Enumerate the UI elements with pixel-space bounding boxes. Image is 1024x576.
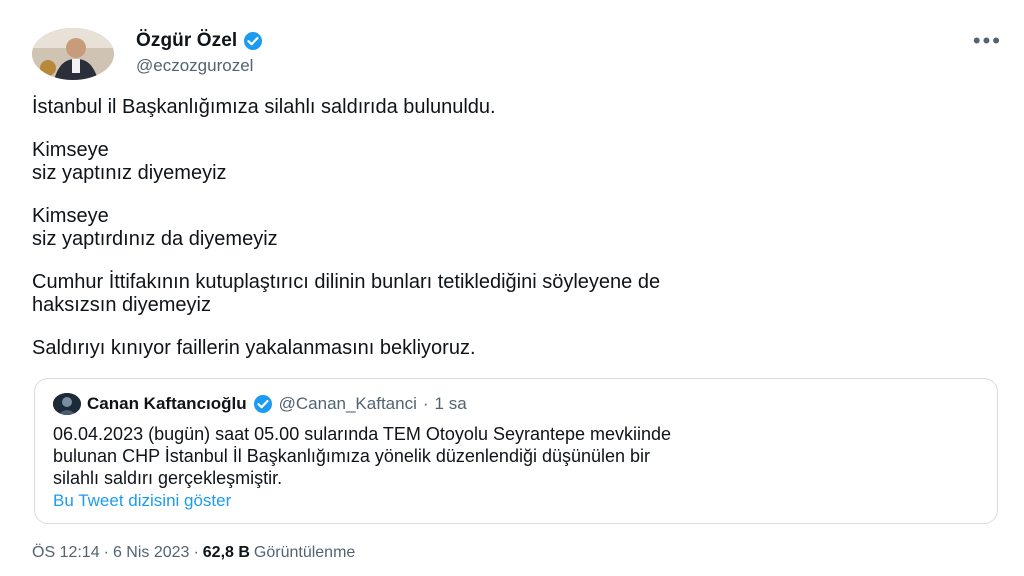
verified-badge-icon	[253, 394, 273, 414]
quoted-tweet-header: Canan Kaftancıoğlu @Canan_Kaftanci · 1 s…	[53, 393, 467, 415]
quoted-line: 06.04.2023 (bugün) saat 05.00 sularında …	[53, 424, 672, 444]
tweet-line: siz yaptırdınız da diyemeyiz	[32, 228, 278, 250]
tweet-paragraph: Saldırıyı kınıyor faillerin yakalanmasın…	[32, 337, 992, 360]
tweet-line: Cumhur İttifakının kutuplaştırıcı dilini…	[32, 271, 661, 293]
quoted-author-handle[interactable]: @Canan_Kaftanci	[279, 394, 417, 414]
quoted-author-name[interactable]: Canan Kaftancıoğlu	[87, 394, 247, 414]
tweet-meta: ÖS 12:14 · 6 Nis 2023 · 62,8 B Görüntüle…	[32, 544, 355, 562]
quoted-line: bulunan CHP İstanbul İl Başkanlığımıza y…	[53, 446, 651, 466]
quoted-author-avatar[interactable]	[53, 393, 81, 415]
tweet-paragraph: Cumhur İttifakının kutuplaştırıcı dilini…	[32, 271, 992, 317]
tweet-header: Özgür Özel @eczozgurozel •••	[32, 26, 1002, 86]
meta-separator: ·	[193, 544, 199, 561]
tweet-line: Kimseye	[32, 205, 109, 227]
quoted-separator: ·	[422, 394, 429, 413]
quoted-tweet-card[interactable]: Canan Kaftancıoğlu @Canan_Kaftanci · 1 s…	[34, 378, 998, 524]
show-thread-link[interactable]: Bu Tweet dizisini göster	[53, 491, 231, 511]
tweet-paragraph: Kimseye siz yaptınız diyemeyiz	[32, 139, 992, 185]
tweet-date[interactable]: 6 Nis 2023	[113, 544, 190, 562]
verified-badge-icon	[243, 31, 263, 51]
author-names: Özgür Özel @eczozgurozel	[136, 30, 263, 76]
tweet-line: haksızsın diyemeyiz	[32, 294, 211, 316]
quoted-time[interactable]: 1 sa	[435, 394, 467, 414]
tweet-paragraph: İstanbul il Başkanlığımıza silahlı saldı…	[32, 96, 992, 119]
meta-separator: ·	[103, 544, 109, 561]
quoted-line: silahlı saldırı gerçekleşmiştir.	[53, 468, 283, 488]
tweet-paragraph: Kimseye siz yaptırdınız da diyemeyiz	[32, 205, 992, 251]
views-count: 62,8 B	[202, 544, 250, 561]
author-handle[interactable]: @eczozgurozel	[136, 56, 263, 76]
quoted-tweet-text: 06.04.2023 (bugün) saat 05.00 sularında …	[53, 423, 983, 489]
tweet-text: İstanbul il Başkanlığımıza silahlı saldı…	[32, 96, 992, 380]
tweet-time[interactable]: ÖS 12:14	[32, 544, 100, 562]
author-display-name[interactable]: Özgür Özel	[136, 30, 237, 52]
more-options-icon[interactable]: •••	[973, 28, 1002, 54]
tweet-line: siz yaptınız diyemeyiz	[32, 162, 227, 184]
tweet-line: İstanbul il Başkanlığımıza silahlı saldı…	[32, 96, 496, 118]
views-label: Görüntülenme	[253, 544, 356, 561]
author-avatar[interactable]	[32, 28, 114, 80]
tweet-line: Kimseye	[32, 139, 109, 161]
tweet-line: Saldırıyı kınıyor faillerin yakalanmasın…	[32, 337, 476, 359]
